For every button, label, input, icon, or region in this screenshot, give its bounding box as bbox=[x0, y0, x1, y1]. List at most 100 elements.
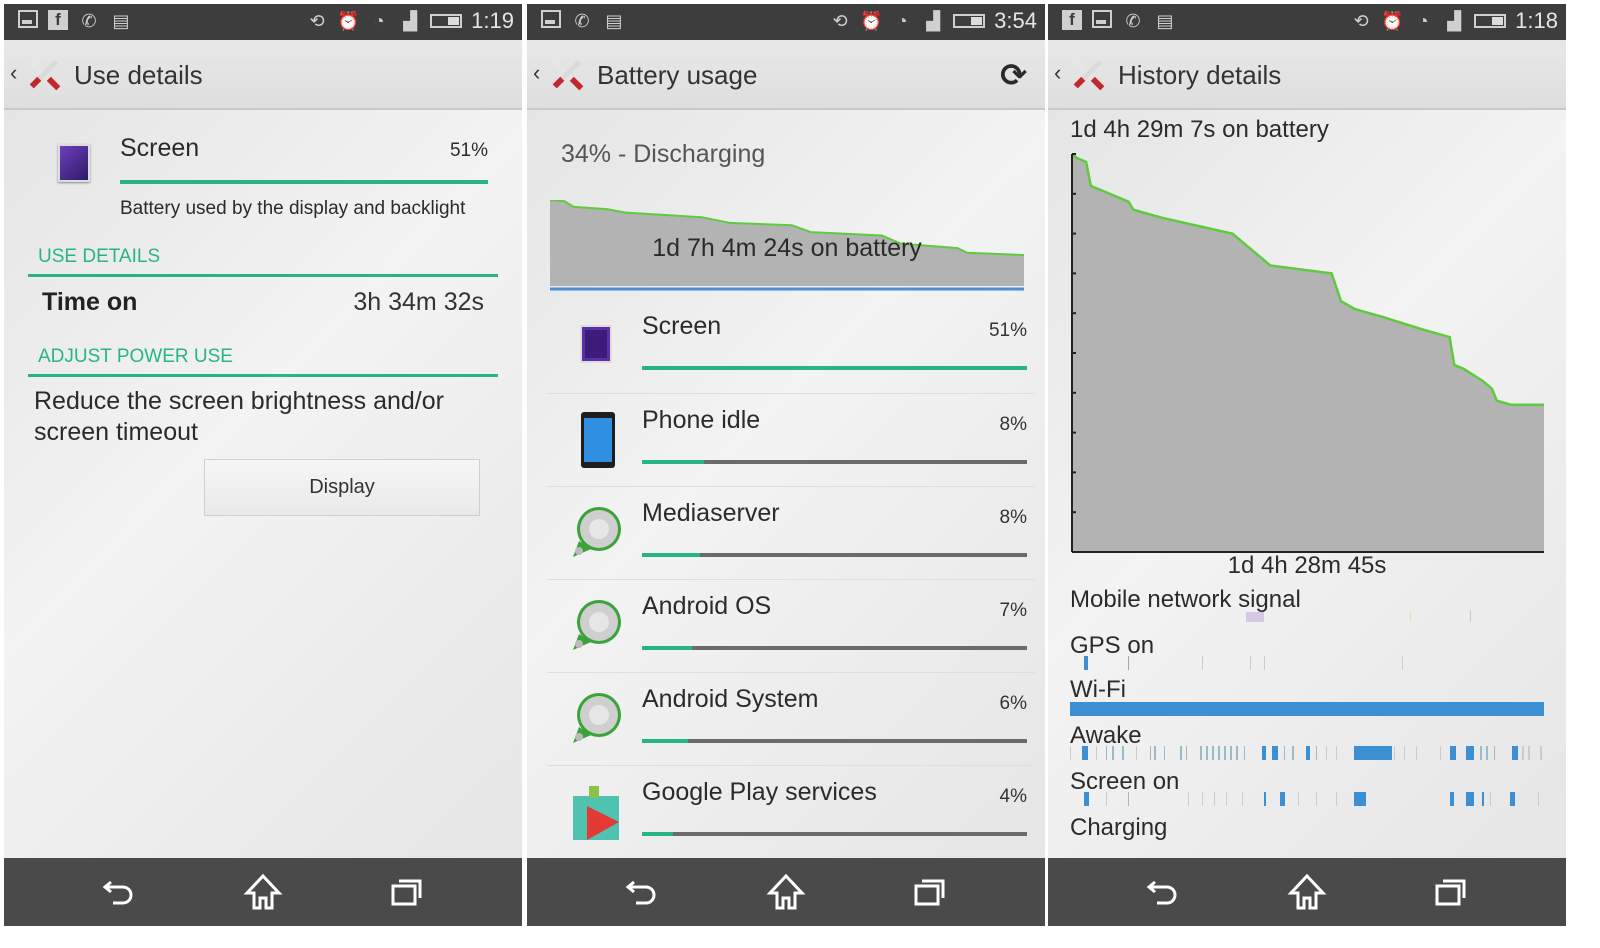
alarm-icon: ⏰ bbox=[859, 10, 883, 31]
track-segment bbox=[1096, 746, 1097, 760]
recent-apps-icon[interactable] bbox=[1427, 868, 1475, 916]
app-name: Android OS bbox=[642, 592, 772, 620]
signal-icon: ▟ bbox=[1447, 10, 1462, 31]
track-segment bbox=[1292, 746, 1294, 760]
usage-bar bbox=[642, 553, 1027, 557]
facebook-icon: f bbox=[1062, 10, 1082, 30]
back-icon[interactable] bbox=[1139, 868, 1187, 916]
display-settings-button[interactable]: Display bbox=[204, 459, 480, 516]
app-description: Battery used by the display and backligh… bbox=[120, 198, 466, 219]
battery-icon bbox=[953, 14, 986, 28]
clock: 3:54 bbox=[994, 8, 1037, 33]
track-segment bbox=[1226, 792, 1227, 806]
mobile-signal-track bbox=[1246, 610, 1471, 622]
back-chevron-icon[interactable]: ‹ bbox=[10, 60, 17, 86]
track-segment bbox=[1284, 746, 1285, 760]
clock: 1:19 bbox=[471, 8, 514, 33]
recent-apps-icon[interactable] bbox=[906, 868, 954, 916]
action-bar: ‹ History details bbox=[1048, 40, 1566, 110]
app-percent: 51% bbox=[988, 320, 1027, 341]
alarm-icon: ⏰ bbox=[1380, 10, 1404, 31]
track-segment bbox=[1486, 746, 1488, 760]
alarm-icon: ⏰ bbox=[336, 10, 360, 31]
sim-icon: ▤ bbox=[112, 10, 130, 31]
on-battery-duration: 1d 4h 29m 7s on battery bbox=[1070, 116, 1329, 143]
facebook-icon: f bbox=[48, 10, 68, 30]
page-title: History details bbox=[1118, 60, 1282, 90]
track-segment bbox=[1106, 746, 1107, 760]
chart-label: 1d 7h 4m 24s on battery bbox=[652, 234, 922, 262]
home-icon[interactable] bbox=[1283, 868, 1331, 916]
gps-track bbox=[1084, 656, 1403, 670]
app-name: Google Play services bbox=[642, 778, 877, 806]
phone-screen-use-details: f ✆ ▤ ⟲ ⏰ ◔ ▟ 1:19 ‹ Use details Screen … bbox=[4, 4, 522, 926]
track-segment bbox=[1522, 746, 1524, 760]
status-bar: f ✆ ▤ ⟲ ⏰ ◔ ▟ 1:18 bbox=[1048, 4, 1566, 40]
track-segment bbox=[1490, 792, 1491, 806]
status-bar: f ✆ ▤ ⟲ ⏰ ◔ ▟ 1:19 bbox=[4, 4, 522, 40]
signal-icon: ▟ bbox=[926, 10, 941, 31]
wifi-track bbox=[1070, 702, 1544, 716]
back-icon[interactable] bbox=[95, 868, 143, 916]
track-segment bbox=[1250, 656, 1251, 670]
track-segment bbox=[1106, 792, 1107, 806]
track-segment bbox=[1512, 746, 1518, 760]
back-chevron-icon[interactable]: ‹ bbox=[1054, 60, 1061, 86]
use-details-header: USE DETAILS bbox=[38, 246, 161, 267]
usage-bar-fill bbox=[642, 832, 673, 836]
track-segment bbox=[1404, 746, 1405, 760]
clock: 1:18 bbox=[1515, 8, 1558, 33]
app-row[interactable]: Mediaserver 8% bbox=[547, 486, 1035, 579]
app-name: Android System bbox=[642, 685, 819, 713]
wifi-icon: ◔ bbox=[373, 10, 385, 31]
track-segment bbox=[1528, 746, 1530, 760]
track-segment bbox=[1494, 746, 1495, 760]
wifi-icon: ◔ bbox=[1417, 10, 1429, 31]
track-segment bbox=[1154, 746, 1156, 760]
android-gear-icon bbox=[569, 691, 625, 747]
track-segment bbox=[1202, 792, 1203, 806]
wifi-call-icon: ✆ bbox=[574, 10, 590, 31]
settings-tools-icon[interactable] bbox=[1070, 56, 1108, 94]
app-percent: 4% bbox=[999, 786, 1027, 807]
screen-icon bbox=[58, 144, 90, 182]
track-segment bbox=[1244, 746, 1245, 760]
app-name: Mediaserver bbox=[642, 499, 780, 527]
track-segment bbox=[1416, 746, 1417, 760]
settings-tools-icon[interactable] bbox=[549, 56, 587, 94]
advice-text: Reduce the screen brightness and/or scre… bbox=[34, 387, 444, 446]
battery-mini-chart[interactable]: 1d 7h 4m 24s on battery bbox=[549, 199, 1025, 292]
recent-apps-icon[interactable] bbox=[383, 868, 431, 916]
app-row[interactable]: Android System 6% bbox=[547, 672, 1035, 765]
nav-bar bbox=[4, 858, 522, 926]
usage-bar-fill bbox=[642, 460, 704, 464]
track-segment bbox=[1394, 746, 1395, 760]
track-segment bbox=[1354, 746, 1392, 760]
usage-bar bbox=[642, 739, 1027, 743]
back-chevron-icon[interactable]: ‹ bbox=[533, 60, 540, 86]
app-row[interactable]: Phone idle 8% bbox=[547, 393, 1035, 486]
usage-bar-fill bbox=[642, 553, 700, 557]
track-segment bbox=[1230, 746, 1232, 760]
track-segment bbox=[1128, 792, 1129, 806]
image-icon bbox=[1092, 10, 1112, 28]
rotate-icon: ⟲ bbox=[832, 10, 848, 31]
phone-screen-battery-usage: ✆ ▤ ⟲ ⏰ ◔ ▟ 3:54 ‹ Battery usage ⟳ 34% -… bbox=[527, 4, 1045, 926]
rotate-icon: ⟲ bbox=[1353, 10, 1369, 31]
home-icon[interactable] bbox=[762, 868, 810, 916]
track-segment bbox=[1084, 792, 1089, 806]
track-segment bbox=[1450, 792, 1454, 806]
home-icon[interactable] bbox=[239, 868, 287, 916]
app-row[interactable]: Google Play services 4% bbox=[547, 765, 1035, 858]
settings-tools-icon[interactable] bbox=[26, 56, 64, 94]
app-row[interactable]: Screen 51% bbox=[547, 300, 1035, 393]
refresh-icon[interactable]: ⟳ bbox=[1000, 56, 1027, 94]
app-name: Phone idle bbox=[642, 406, 761, 434]
track-label-charging: Charging bbox=[1070, 814, 1168, 841]
app-row[interactable]: Android OS 7% bbox=[547, 579, 1035, 672]
track-segment bbox=[1264, 656, 1265, 670]
track-segment bbox=[1538, 792, 1539, 806]
screen-on-track bbox=[1084, 792, 1539, 806]
back-icon[interactable] bbox=[618, 868, 666, 916]
track-segment bbox=[1150, 746, 1151, 760]
